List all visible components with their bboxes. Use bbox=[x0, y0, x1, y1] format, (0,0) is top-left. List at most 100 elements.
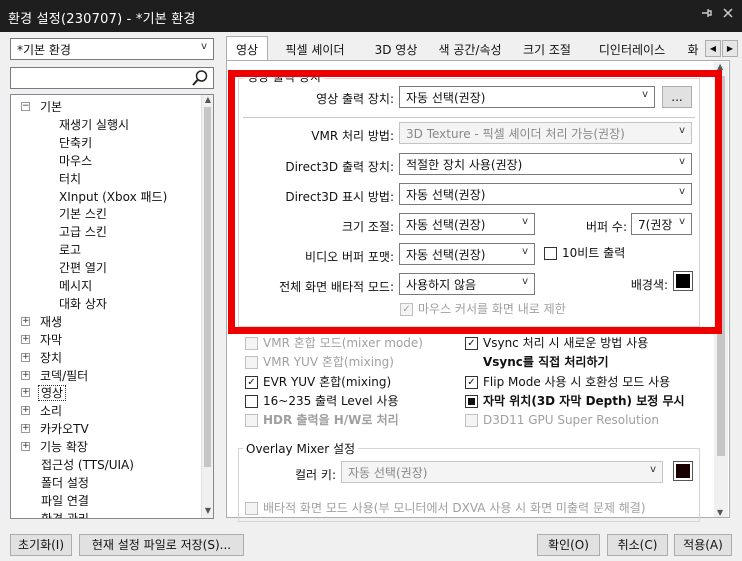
expand-icon[interactable]: + bbox=[21, 388, 30, 398]
tree-item[interactable]: 단축키 bbox=[57, 134, 94, 152]
color-key-swatch[interactable] bbox=[673, 461, 693, 481]
expand-icon[interactable]: + bbox=[21, 334, 30, 344]
tree-item[interactable]: 폴더 설정 bbox=[39, 474, 91, 492]
tab[interactable]: 크기 조절 bbox=[508, 38, 586, 60]
checkbox-box[interactable]: ✓ bbox=[465, 376, 478, 389]
tree-item-label: 기능 확장 bbox=[40, 440, 88, 455]
tree-item[interactable]: 마우스 bbox=[57, 152, 94, 170]
settings-tree[interactable]: ▲ ▼ − 기본 재생기 실행시 단축키마우스터치 XInput (Xbox 패드) 기본… bbox=[10, 94, 214, 519]
tree-item-label: 단축키 bbox=[59, 135, 93, 150]
ok-button[interactable]: 확인(O) bbox=[537, 534, 600, 556]
checkbox-box[interactable] bbox=[245, 414, 258, 427]
profile-select[interactable]: *기본 환경 v bbox=[10, 38, 214, 60]
checkbox-box[interactable] bbox=[465, 356, 478, 369]
tree-item-label: 마우스 bbox=[59, 153, 93, 168]
checkbox-box[interactable]: ✓ bbox=[245, 376, 258, 389]
checkbox-box[interactable] bbox=[245, 337, 258, 350]
expand-icon[interactable]: + bbox=[21, 370, 30, 380]
tree-item[interactable]: 접근성 (TTS/UIA) bbox=[39, 456, 136, 474]
tree-item[interactable]: − 기본 bbox=[21, 98, 64, 116]
expand-icon[interactable]: + bbox=[21, 406, 30, 416]
close-icon[interactable] bbox=[718, 6, 738, 26]
checkbox-box[interactable] bbox=[245, 356, 258, 369]
flip-mode-compat-label: Flip Mode 사용 시 호환성 모드 사용 bbox=[483, 375, 671, 389]
collapse-icon[interactable]: − bbox=[21, 102, 30, 111]
reset-button[interactable]: 초기화(I) bbox=[10, 534, 72, 556]
tree-item[interactable]: 고급 스킨 bbox=[57, 223, 109, 241]
tree-item[interactable]: 환경 관리 bbox=[39, 510, 91, 519]
tree-scroll-thumb[interactable] bbox=[204, 107, 211, 467]
tree-item-label: 메시지 bbox=[59, 279, 93, 293]
evr-yuv-mixing-label: EVR YUV 혼합(mixing) bbox=[263, 375, 392, 389]
tree-item[interactable]: 재생기 실행시 bbox=[57, 116, 131, 134]
search-field[interactable] bbox=[10, 67, 214, 89]
search-icon[interactable] bbox=[191, 69, 209, 87]
vmr-yuv-mixing-label: VMR YUV 혼합(mixing) bbox=[263, 355, 394, 369]
tree-item[interactable]: + 카카오TV bbox=[21, 420, 91, 438]
color-key-label: 컬러 키: bbox=[295, 468, 336, 482]
tree-item[interactable]: + 자막 bbox=[21, 331, 64, 349]
vsync-new-method-label: Vsync 처리 시 새로운 방법 사용 bbox=[483, 336, 649, 350]
save-as-button[interactable]: 현재 설정 파일로 저장(S)... bbox=[79, 534, 244, 556]
apply-button[interactable]: 적용(A) bbox=[674, 534, 732, 556]
window-title: 환경 설정(230707) - *기본 환경 bbox=[8, 12, 196, 27]
scroll-down-icon[interactable]: ▼ bbox=[202, 506, 213, 518]
checkbox-box[interactable] bbox=[245, 395, 258, 408]
vmr-mixer-mode-label: VMR 혼합 모드(mixer mode) bbox=[263, 336, 423, 350]
tree-scrollbar[interactable]: ▲ ▼ bbox=[201, 95, 213, 518]
tree-item-label: 장치 bbox=[40, 350, 63, 365]
tree-item[interactable]: + 장치 bbox=[21, 349, 64, 367]
expand-icon[interactable]: + bbox=[21, 352, 30, 362]
tree-item[interactable]: 로고 bbox=[57, 241, 83, 259]
tree-item[interactable]: + 기능 확장 bbox=[21, 438, 90, 456]
tab-scroll-left-icon[interactable]: ◀ bbox=[705, 40, 721, 57]
expand-icon[interactable]: + bbox=[21, 442, 30, 452]
tab[interactable]: 3D 영상 bbox=[360, 38, 432, 60]
checkbox-box[interactable] bbox=[245, 502, 258, 515]
tree-item-label: 자막 bbox=[40, 332, 63, 347]
tree-item-label: 기본 스킨 bbox=[59, 207, 107, 222]
color-key-fill bbox=[676, 464, 690, 478]
tree-item[interactable]: XInput (Xbox 패드) bbox=[57, 188, 169, 206]
checkbox-box[interactable]: ✓ bbox=[465, 337, 478, 350]
tab[interactable]: 화 bbox=[678, 38, 706, 60]
tree-item-label: 소리 bbox=[40, 404, 63, 419]
exclusive-mode-label: 배타적 화면 모드 사용(부 모니터에서 DXVA 사용 시 화면 미출력 문제… bbox=[263, 501, 646, 515]
tree-item[interactable]: + 코덱/필터 bbox=[21, 367, 90, 385]
pin-icon[interactable] bbox=[696, 6, 716, 26]
panel-scroll-down-icon[interactable]: ▼ bbox=[717, 508, 723, 517]
tree-item[interactable]: + 소리 bbox=[21, 402, 64, 420]
checkbox-box[interactable] bbox=[465, 414, 478, 427]
tree-item-label: 터치 bbox=[59, 171, 82, 186]
checkbox-box[interactable] bbox=[465, 395, 478, 408]
tab[interactable]: 디인터레이스 bbox=[588, 38, 676, 60]
tab[interactable]: 영상 bbox=[226, 36, 268, 60]
tab[interactable]: 색 공간/속성 bbox=[434, 38, 506, 60]
cancel-button[interactable]: 취소(C) bbox=[607, 534, 668, 556]
tree-item-label: 고급 스킨 bbox=[59, 225, 107, 240]
tab-scroll-right-icon[interactable]: ▶ bbox=[722, 40, 738, 57]
color-key-value: 자동 선택(권장) bbox=[348, 466, 428, 480]
scroll-up-icon[interactable]: ▲ bbox=[202, 95, 213, 107]
tab-bar: 영상 픽셀 셰이더 3D 영상 색 공간/속성 크기 조절 디인터레이스 화 bbox=[226, 36, 706, 60]
tree-item[interactable]: 대화 상자 bbox=[57, 295, 109, 313]
tree-item-label: 재생 bbox=[40, 314, 63, 329]
tree-item[interactable]: 터치 bbox=[57, 170, 83, 188]
profile-select-value: *기본 환경 bbox=[17, 43, 71, 57]
tree-item[interactable]: 기본 스킨 bbox=[57, 205, 109, 223]
tree-item-label: 로고 bbox=[59, 243, 82, 258]
tree-item-label: 폴더 설정 bbox=[41, 475, 89, 490]
tree-item-label: XInput (Xbox 패드) bbox=[59, 189, 168, 204]
tree-item-label: 환경 관리 bbox=[41, 511, 89, 519]
tree-item[interactable]: + 영상 bbox=[21, 384, 67, 402]
tree-item[interactable]: + 재생 bbox=[21, 313, 64, 331]
tab[interactable]: 픽셀 셰이더 bbox=[272, 38, 358, 60]
level-16-235-label: 16~235 출력 Level 사용 bbox=[263, 394, 399, 408]
expand-icon[interactable]: + bbox=[21, 424, 30, 434]
d3d11-super-resolution-label: D3D11 GPU Super Resolution bbox=[483, 413, 660, 427]
color-key-select[interactable]: 자동 선택(권장) v bbox=[341, 461, 663, 483]
expand-icon[interactable]: + bbox=[21, 316, 30, 326]
tree-item[interactable]: 메시지 bbox=[57, 277, 94, 295]
tree-item[interactable]: 간편 열기 bbox=[57, 259, 109, 277]
tree-item[interactable]: 파일 연결 bbox=[39, 492, 91, 510]
